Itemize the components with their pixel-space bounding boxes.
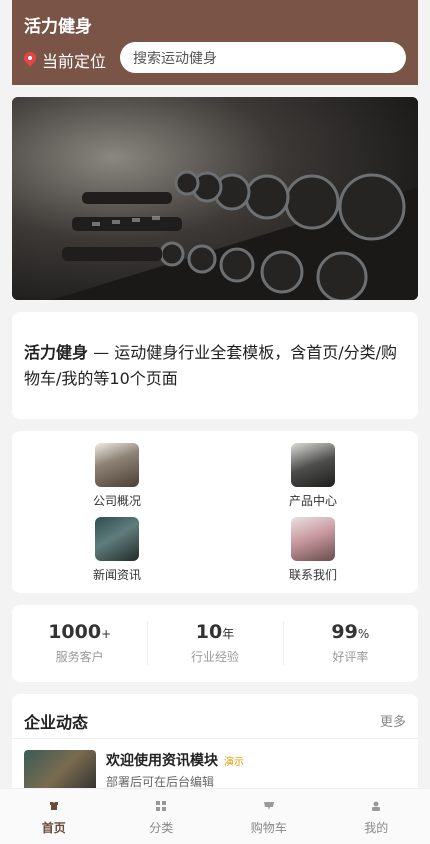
tab-profile[interactable]: 我的: [323, 789, 430, 844]
divider: [12, 738, 418, 739]
section-title: 企业动态: [24, 713, 89, 732]
stat-customers: 1000+ 服务客户: [12, 605, 147, 682]
quick-nav-card: 公司概况 产品中心 新闻资讯 联系我们: [12, 431, 418, 593]
nav-item-products[interactable]: 产品中心: [278, 443, 348, 509]
nav-item-company[interactable]: 公司概况: [82, 443, 152, 509]
tab-label: 我的: [364, 821, 389, 835]
grid-icon: [156, 801, 167, 811]
more-link[interactable]: 更多: [380, 711, 406, 730]
stat-experience: 10年 行业经验: [147, 605, 282, 682]
tab-category[interactable]: 分类: [108, 789, 216, 844]
nav-item-news[interactable]: 新闻资讯: [82, 517, 152, 583]
tab-label: 分类: [149, 821, 174, 835]
stat-label: 行业经验: [190, 650, 239, 664]
contact-photo-icon: [291, 517, 335, 561]
nav-item-contact[interactable]: 联系我们: [278, 517, 348, 583]
intro-card: 活力健身 — 运动健身行业全套模板，含首页/分类/购物车/我的等10个页面: [12, 312, 418, 419]
nav-item-label: 公司概况: [92, 494, 141, 508]
location-button[interactable]: 当前定位: [24, 48, 106, 72]
nav-item-label: 新闻资讯: [92, 568, 141, 582]
intro-brand: 活力健身: [24, 343, 89, 362]
stat-unit: 年: [222, 627, 235, 641]
stat-number: 1000: [48, 621, 102, 643]
product-photo-icon: [291, 443, 335, 487]
cart-icon: [263, 802, 274, 810]
stat-label: 服务客户: [55, 650, 104, 664]
location-pin-icon: [24, 52, 36, 69]
demo-badge: 演示: [224, 756, 244, 768]
bottom-tab-bar: 首页 分类 购物车 我的: [0, 788, 430, 844]
news-headline-text: 欢迎使用资讯模块: [106, 753, 218, 769]
stat-unit: %: [357, 627, 370, 641]
news-item-headline[interactable]: 欢迎使用资讯模块 演示: [106, 750, 244, 770]
search-input[interactable]: 搜索运动健身: [120, 42, 406, 73]
news-photo-icon: [95, 517, 139, 561]
hero-banner-image[interactable]: [12, 97, 418, 300]
tab-home[interactable]: 首页: [0, 789, 108, 844]
user-icon: [372, 801, 381, 811]
stats-card: 1000+ 服务客户 10年 行业经验 99% 好评率: [12, 605, 418, 682]
app-title: 活力健身: [24, 17, 92, 37]
tab-label: 首页: [41, 821, 66, 835]
stat-label: 好评率: [332, 650, 369, 664]
stat-unit: +: [101, 627, 112, 641]
nav-item-label: 联系我们: [288, 568, 337, 582]
company-photo-icon: [95, 443, 139, 487]
shirt-icon: [49, 802, 58, 810]
search-placeholder: 搜索运动健身: [133, 50, 217, 67]
dumbbell-rack-illustration: [12, 97, 418, 300]
nav-item-label: 产品中心: [288, 494, 337, 508]
location-label: 当前定位: [42, 52, 107, 71]
stat-rating: 99% 好评率: [282, 605, 418, 682]
stat-number: 10: [195, 621, 223, 643]
tab-cart[interactable]: 购物车: [215, 789, 323, 844]
tab-label: 购物车: [250, 821, 287, 835]
stat-number: 99: [331, 621, 358, 643]
app-header: 活力健身 当前定位 搜索运动健身: [12, 0, 418, 85]
